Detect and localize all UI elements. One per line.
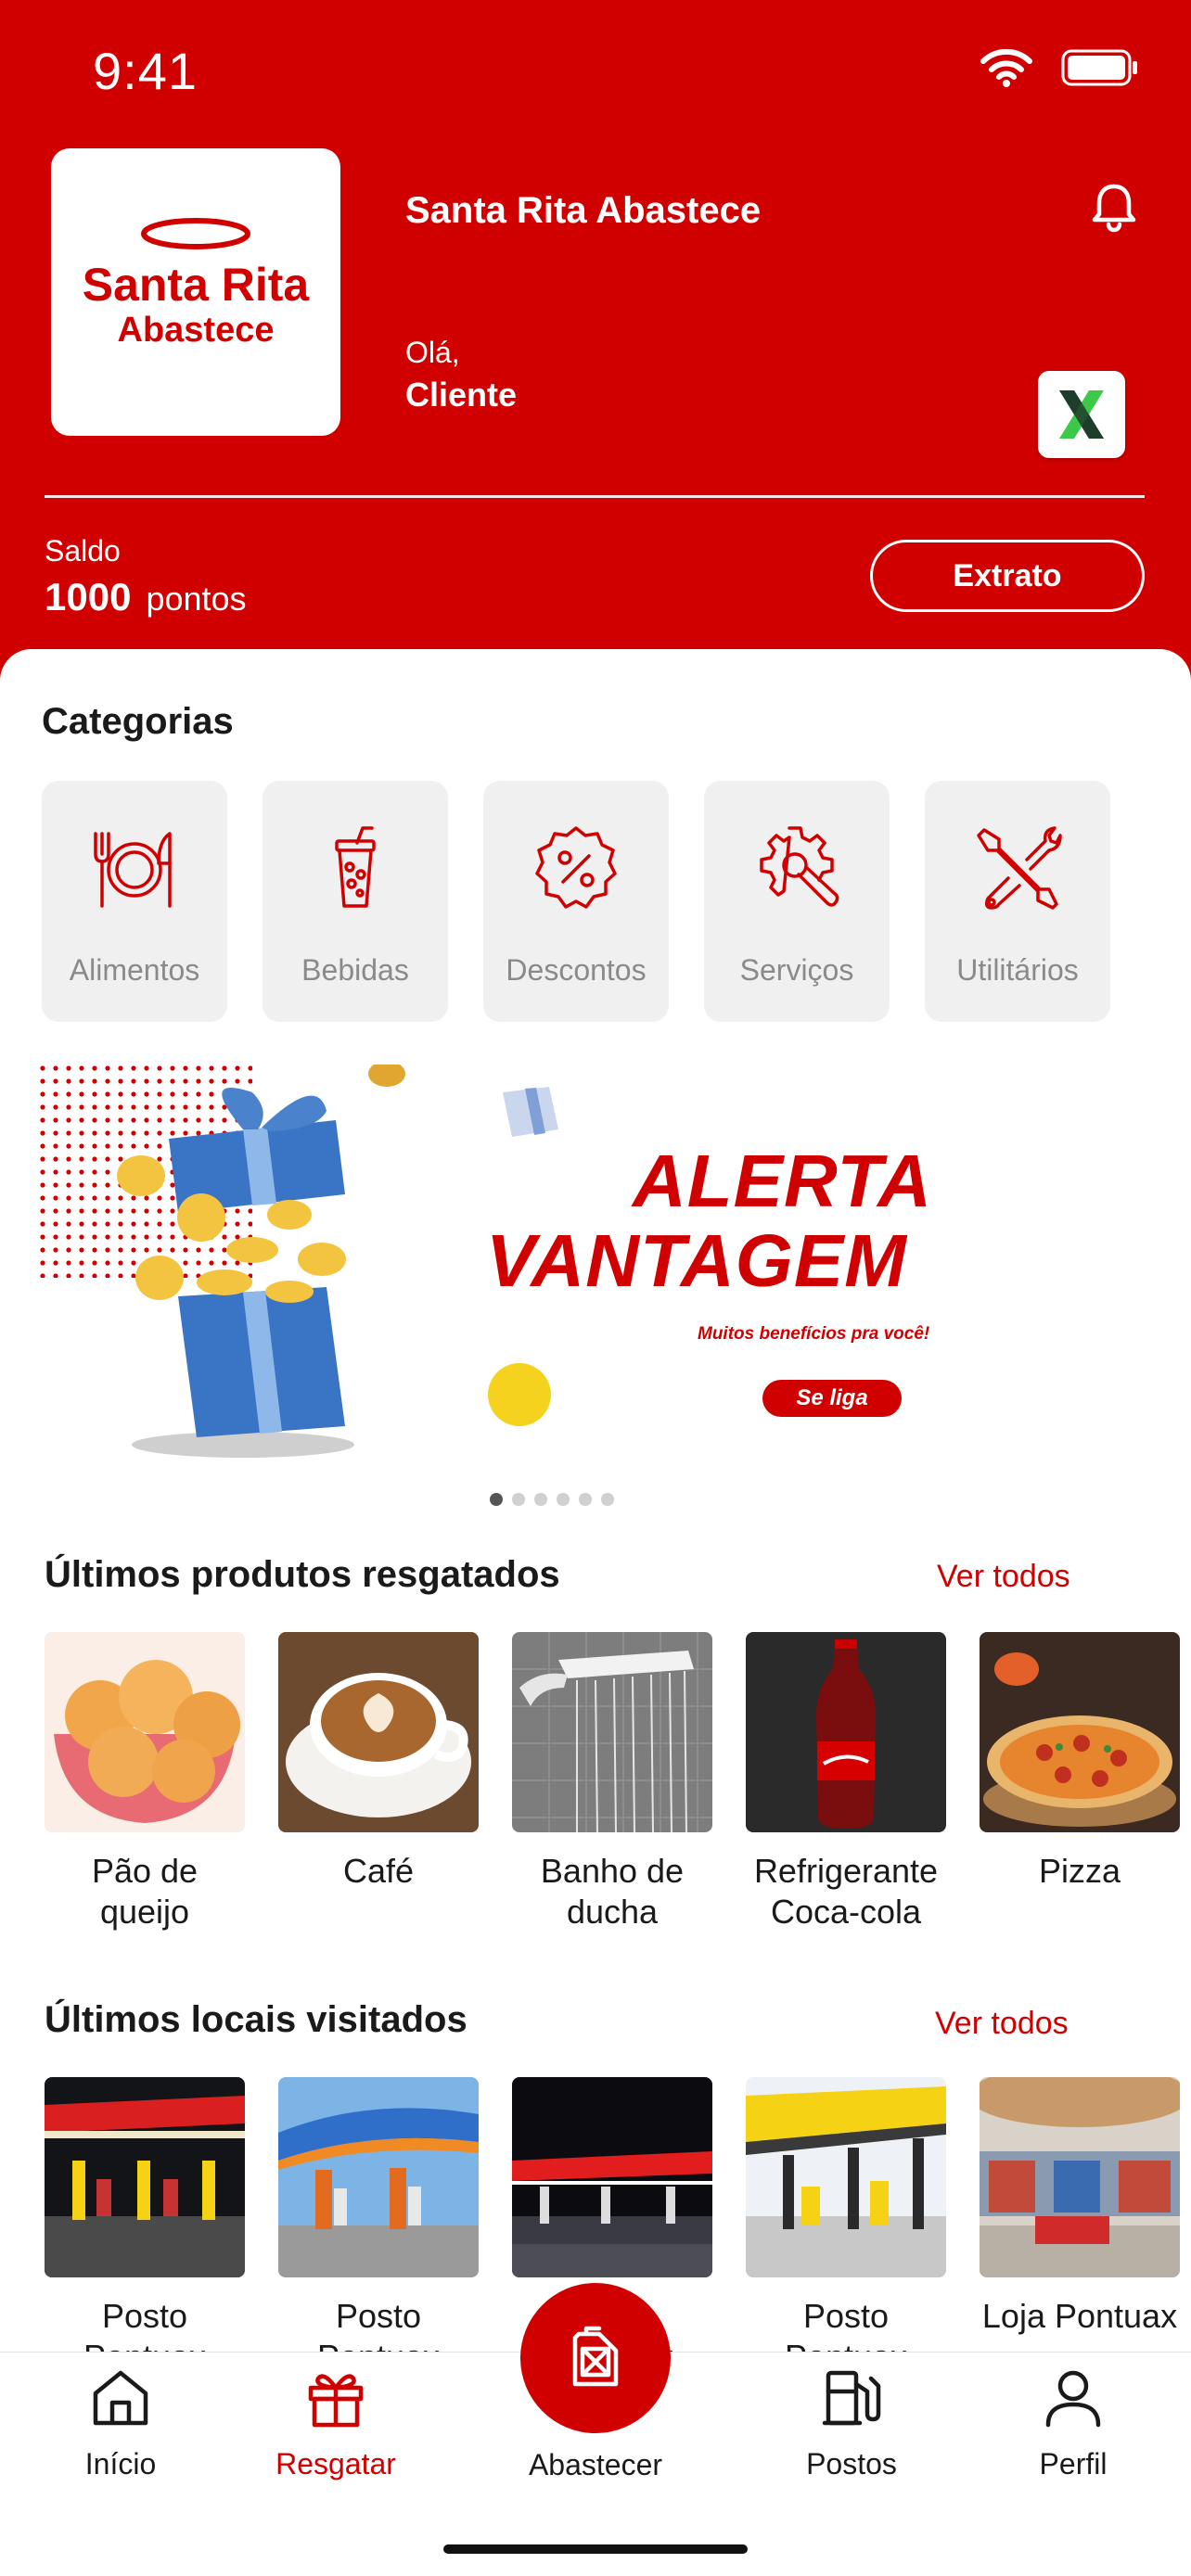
tab-label: Resgatar: [275, 2447, 396, 2480]
products-title: Últimos produtos resgatados: [45, 1554, 560, 1595]
product-label: Pão de queijo: [91, 1852, 198, 1931]
carousel-dots: [490, 1493, 614, 1506]
place-card[interactable]: Loja Pontuax: [980, 2077, 1180, 2378]
category-label: Utilitários: [956, 953, 1079, 987]
categories-row: Alimentos Bebidas Descontos Serviços Uti…: [42, 781, 1110, 1022]
balance-unit: pontos: [146, 580, 247, 618]
logo-text-line1: Santa Rita: [83, 259, 311, 311]
banner-cta-button[interactable]: Se liga: [762, 1380, 902, 1417]
partner-x-icon[interactable]: [1038, 371, 1125, 458]
carousel-dot[interactable]: [512, 1493, 525, 1506]
carousel-dot[interactable]: [579, 1493, 592, 1506]
product-card[interactable]: Refrigerante Coca-cola: [746, 1632, 946, 1932]
place-image: [45, 2077, 245, 2277]
banner-subtitle: Muitos benefícios pra você!: [698, 1324, 930, 1344]
status-time: 9:41: [93, 42, 198, 100]
place-image: [278, 2077, 479, 2277]
banner-title-line2: VANTAGEM: [486, 1219, 907, 1302]
product-image-refrigerante: [746, 1632, 946, 1832]
product-label: Refrigerante Coca-cola: [753, 1852, 939, 1931]
place-card[interactable]: Posto Pontuax: [45, 2077, 245, 2378]
abastecer-label: Abastecer: [528, 2448, 663, 2481]
product-image-banho-de-ducha: [512, 1632, 712, 1832]
tab-postos[interactable]: Postos: [768, 2367, 935, 2481]
places-see-all-link[interactable]: Ver todos: [935, 2006, 1069, 2042]
place-image: [980, 2077, 1180, 2277]
content-sheet: Categorias Alimentos Bebidas Descontos S…: [0, 649, 1191, 2392]
category-label: Descontos: [506, 953, 647, 987]
wifi-icon: [980, 48, 1032, 87]
fuel-can-icon: [572, 2326, 619, 2387]
product-card[interactable]: Café: [278, 1632, 479, 1932]
place-image: [512, 2077, 712, 2277]
product-image-cafe: [278, 1632, 479, 1832]
product-image-pao-de-queijo: [45, 1632, 245, 1832]
product-label: Pizza: [1038, 1852, 1121, 1890]
carousel-dot[interactable]: [601, 1493, 614, 1506]
carousel-dot[interactable]: [490, 1493, 503, 1506]
brand-logo: Santa Rita Abastece: [51, 148, 340, 436]
header: 9:41 Santa Rita Abastece Santa Rita Abas…: [0, 0, 1191, 705]
tab-label: Início: [84, 2447, 157, 2480]
products-row: Pão de queijo Café Banho de ducha Refrig…: [45, 1632, 1180, 1932]
home-icon: [93, 2370, 148, 2426]
product-card[interactable]: Pão de queijo: [45, 1632, 245, 1932]
status-icons: [980, 48, 1139, 87]
place-card[interactable]: Posto Pontuax: [278, 2077, 479, 2378]
category-label: Bebidas: [301, 953, 409, 987]
drink-cup-icon: [304, 818, 406, 920]
category-label: Serviços: [739, 953, 854, 987]
balance-value: 1000: [45, 575, 132, 618]
gift-icon: [308, 2374, 364, 2428]
place-image: [746, 2077, 946, 2277]
balance: 1000 pontos: [45, 575, 247, 619]
user-icon: [1045, 2370, 1101, 2428]
banner-title-line1: ALERTA: [633, 1140, 933, 1222]
balance-label: Saldo: [45, 534, 121, 567]
statement-button[interactable]: Extrato: [870, 540, 1145, 612]
product-label: Café: [342, 1852, 415, 1890]
app-name: Santa Rita Abastece: [405, 190, 762, 231]
gear-wrench-icon: [746, 818, 848, 920]
carousel-dot[interactable]: [557, 1493, 570, 1506]
products-see-all-link[interactable]: Ver todos: [937, 1559, 1070, 1595]
tab-resgatar[interactable]: Resgatar: [252, 2367, 419, 2481]
user-name: Cliente: [405, 376, 518, 414]
carousel-dot[interactable]: [534, 1493, 547, 1506]
product-card[interactable]: Banho de ducha: [512, 1632, 712, 1932]
tools-icon: [967, 818, 1069, 920]
product-image-pizza: [980, 1632, 1180, 1832]
header-divider: [45, 495, 1145, 498]
promo-banner[interactable]: ALERTA VANTAGEM Muitos benefícios pra vo…: [39, 1065, 967, 1465]
category-label: Alimentos: [69, 953, 200, 987]
home-indicator: [443, 2544, 748, 2554]
logo-text-line2: Abastece: [118, 311, 275, 350]
category-alimentos[interactable]: Alimentos: [42, 781, 227, 1022]
places-title: Últimos locais visitados: [45, 1999, 467, 2040]
battery-icon: [1061, 49, 1137, 86]
category-descontos[interactable]: Descontos: [483, 781, 669, 1022]
categories-title: Categorias: [42, 701, 234, 742]
place-card[interactable]: Posto Pontuax: [746, 2077, 946, 2378]
tab-inicio[interactable]: Início: [37, 2367, 204, 2481]
tab-perfil[interactable]: Perfil: [990, 2367, 1157, 2481]
category-utilitarios[interactable]: Utilitários: [925, 781, 1110, 1022]
utensils-icon: [83, 818, 186, 920]
fuel-pump-icon: [822, 2370, 881, 2426]
notification-bell-icon[interactable]: [1090, 181, 1138, 237]
tab-label: Perfil: [1039, 2447, 1108, 2480]
category-servicos[interactable]: Serviços: [704, 781, 890, 1022]
place-label: Loja Pontuax: [981, 2297, 1178, 2335]
product-label: Banho de ducha: [540, 1852, 685, 1931]
category-bebidas[interactable]: Bebidas: [263, 781, 448, 1022]
tab-label: Postos: [806, 2447, 897, 2480]
abastecer-button[interactable]: [520, 2283, 671, 2433]
product-card[interactable]: Pizza: [980, 1632, 1180, 1932]
greeting: Olá,: [405, 336, 460, 369]
percent-badge-icon: [525, 818, 627, 920]
